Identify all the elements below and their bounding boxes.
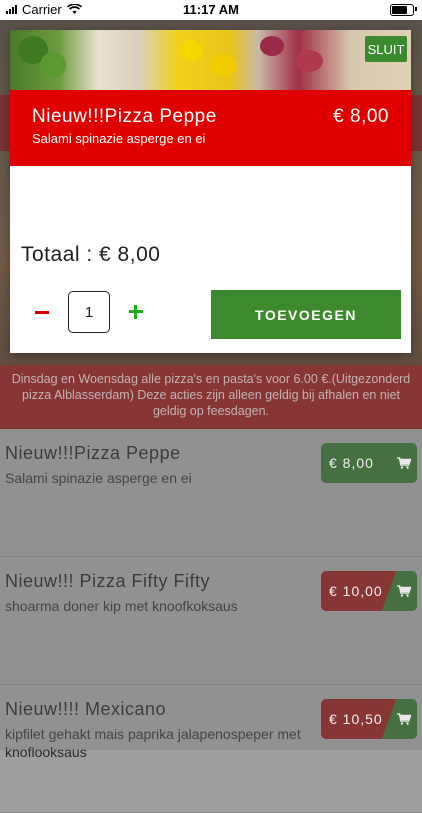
battery-icon xyxy=(390,4,414,16)
item-price: € 10,00 xyxy=(329,583,383,599)
clock: 11:17 AM xyxy=(183,2,239,17)
product-description: Salami spinazie asperge en ei xyxy=(32,131,206,146)
item-price: € 8,00 xyxy=(329,455,374,471)
product-header: Nieuw!!!Pizza Peppe € 8,00 Salami spinaz… xyxy=(10,90,411,166)
item-price: € 10,50 xyxy=(329,711,383,727)
cart-icon xyxy=(391,713,417,725)
cart-icon xyxy=(391,585,417,597)
decrease-quantity-button[interactable] xyxy=(32,302,52,322)
quantity-input[interactable]: 1 xyxy=(68,291,110,333)
close-button[interactable]: SLUIT xyxy=(365,36,407,62)
product-title: Nieuw!!!Pizza Peppe xyxy=(32,106,217,127)
status-bar: Carrier 11:17 AM xyxy=(0,0,422,20)
total-label: Totaal : € 8,00 xyxy=(21,243,161,266)
add-button[interactable]: TOEVOEGEN xyxy=(211,290,401,339)
increase-quantity-button[interactable] xyxy=(126,302,146,322)
product-image xyxy=(10,30,411,90)
cart-icon xyxy=(391,457,417,469)
product-price: € 8,00 xyxy=(333,106,389,127)
product-dialog: SLUIT Nieuw!!!Pizza Peppe € 8,00 Salami … xyxy=(10,30,411,353)
